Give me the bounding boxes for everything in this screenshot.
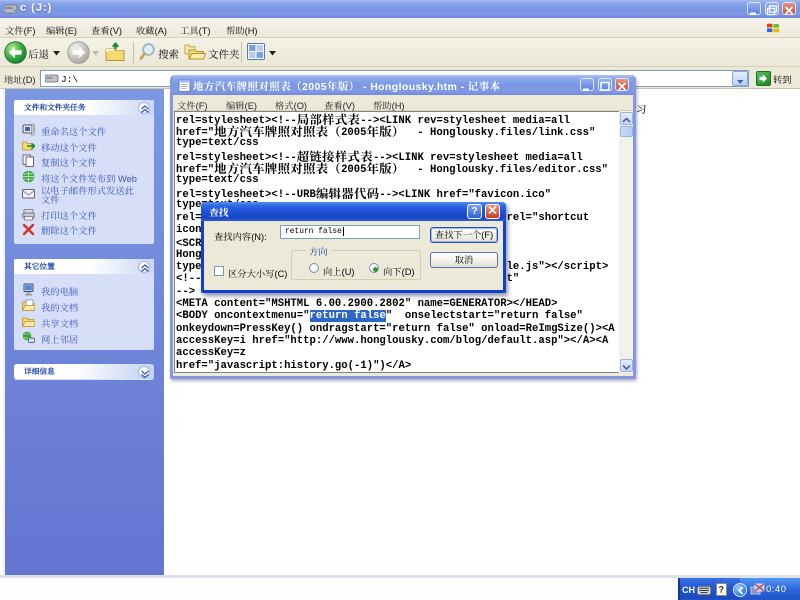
svg-text:?: ? (719, 585, 725, 595)
